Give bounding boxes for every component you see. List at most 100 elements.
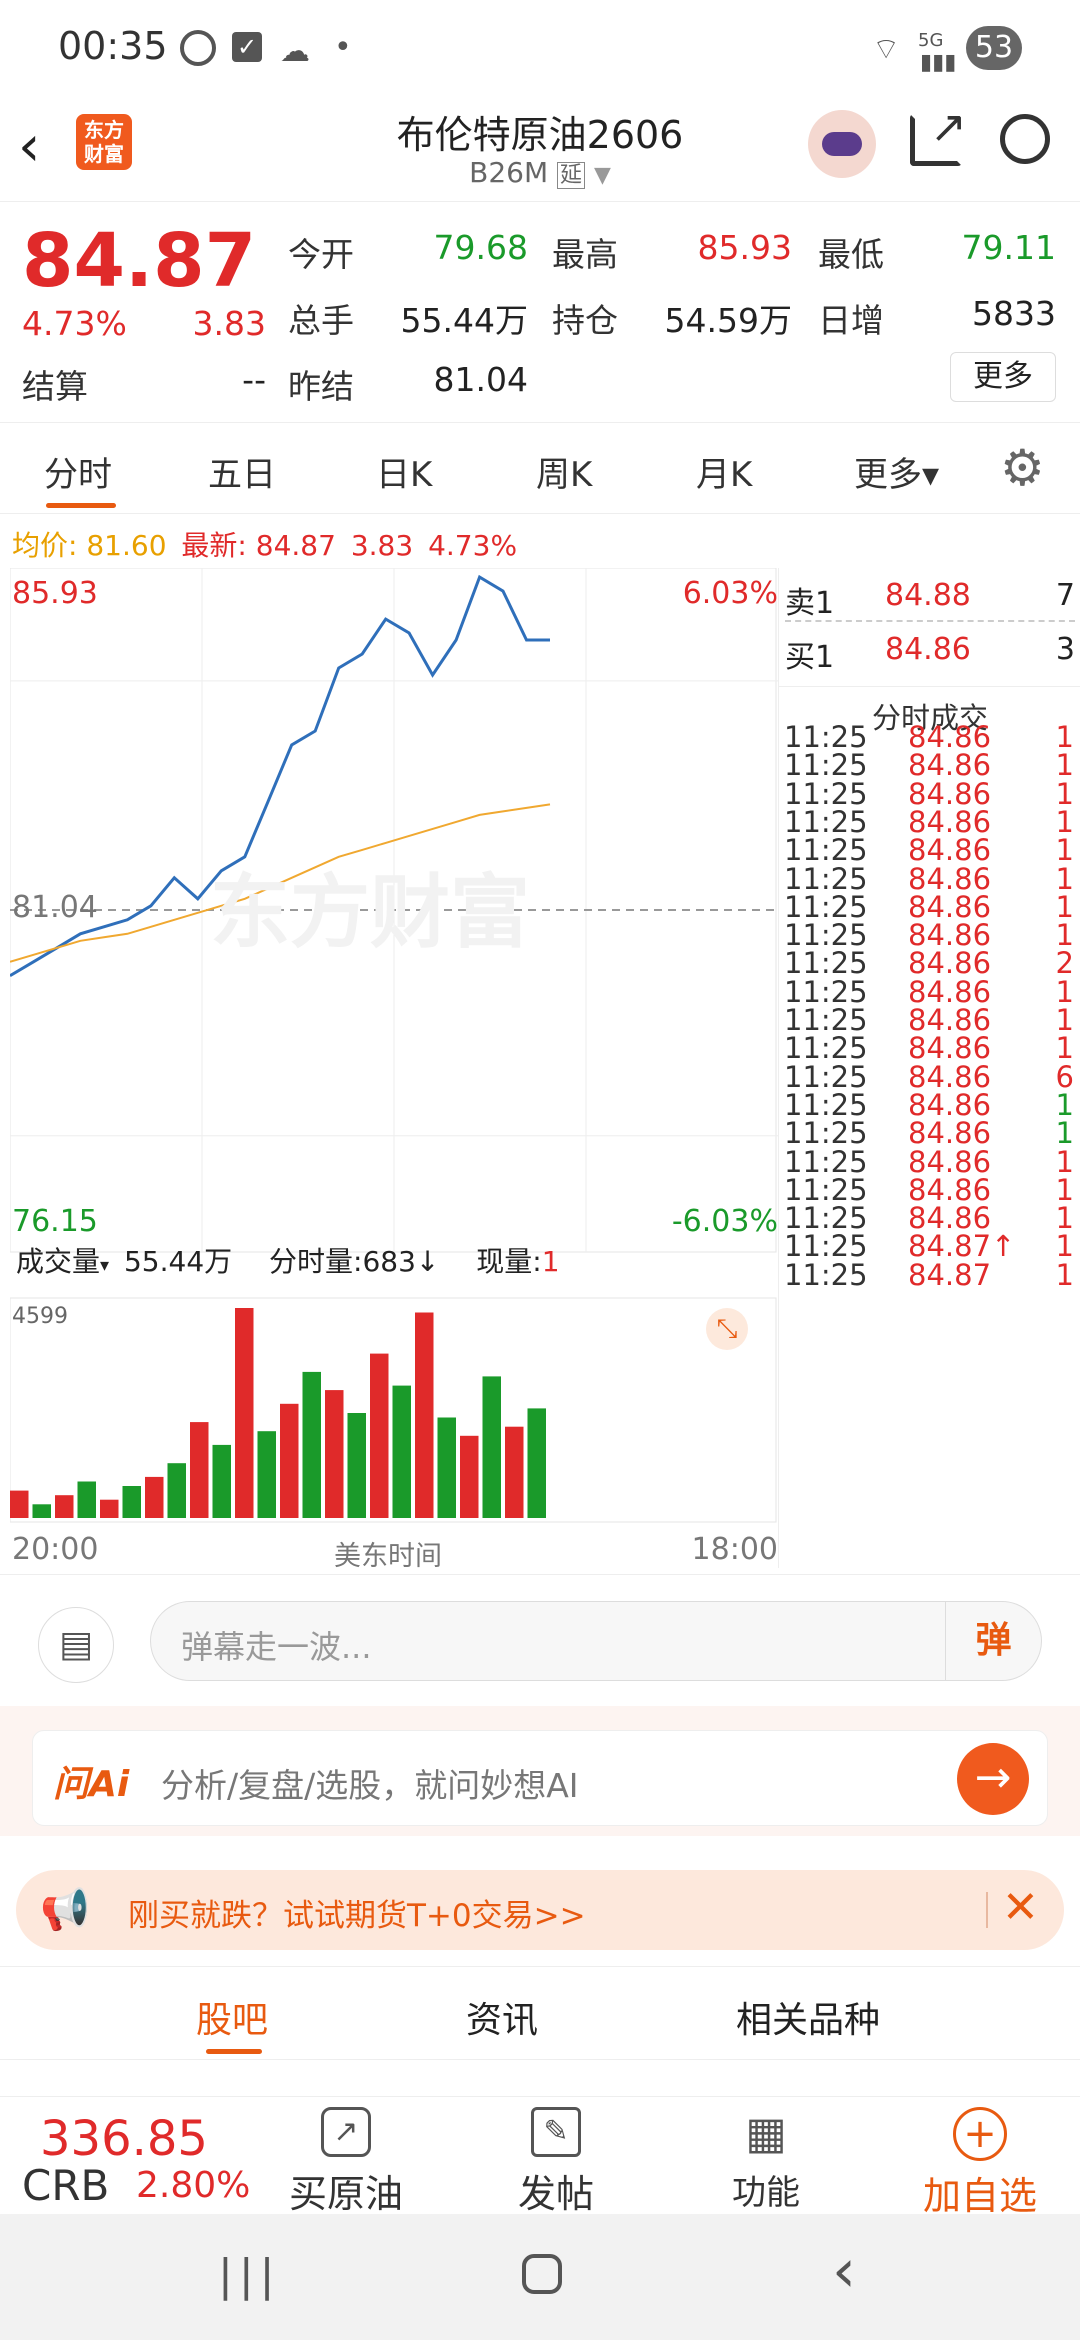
system-nav-bar: ||| ‹ (0, 2214, 1080, 2340)
tab-intraday[interactable]: 分时 (44, 447, 112, 496)
crb-index[interactable]: 336.85 CRB 2.80% (20, 2111, 251, 2210)
x-end-label: 18:00 (691, 1532, 778, 1567)
volume-bar (392, 1385, 411, 1518)
add-watchlist-label: 加自选 (922, 2174, 1037, 2218)
pct-max-label: 6.03% (682, 576, 778, 611)
crb-pct: 2.80% (136, 2165, 251, 2206)
forum-underline (206, 2049, 262, 2054)
trade-row: 11:25 84.86 1 (784, 777, 1080, 811)
nav-back-icon[interactable]: ‹ (832, 2236, 856, 2306)
trade-row: 11:25 84.86 1 (784, 1116, 1080, 1150)
low-label: 最低 (818, 235, 884, 274)
buy-oil-label: 买原油 (288, 2172, 403, 2216)
tab-related[interactable]: 相关品种 (736, 1991, 880, 2043)
chart-svg (10, 568, 778, 1523)
crb-value: 336.85 (40, 2111, 208, 2167)
y-mid-label: 81.04 (12, 890, 98, 925)
promo-text: 刚买就跌？试试期货T+0交易>> (128, 1898, 586, 1934)
recent-apps-icon[interactable]: ||| (218, 2250, 280, 2301)
avg-value: 81.60 (86, 529, 167, 562)
volume-label: 总手 (288, 301, 354, 340)
minute-volume-value: 683↓ (362, 1245, 440, 1278)
ai-search-bar[interactable]: 问Ai 分析/复盘/选股，就问妙想AI → (32, 1730, 1048, 1826)
arrow-right-icon[interactable]: → (957, 1743, 1029, 1815)
settle-value: -- (242, 360, 266, 399)
close-icon[interactable]: ✕ (1002, 1882, 1039, 1933)
current-volume-label: 现量: (476, 1245, 542, 1278)
tab-five-day[interactable]: 五日 (208, 447, 276, 496)
sell-price: 84.88 (885, 578, 971, 613)
trade-row: 11:25 84.86 1 (784, 1173, 1080, 1207)
tab-daily-k[interactable]: 日K (376, 447, 432, 496)
grid-icon: ▦ (745, 2108, 787, 2159)
add-watchlist-button[interactable]: + 加自选 (900, 2107, 1060, 2220)
promo-divider (986, 1892, 988, 1928)
volume-label: 成交量 (16, 1245, 101, 1278)
chart-icon: ↗ (321, 2107, 371, 2157)
volume-bar (415, 1312, 434, 1518)
volume-selector[interactable]: 成交量▾ (10, 1243, 115, 1280)
share-arrow-icon: ↗ (930, 102, 967, 153)
tab-more[interactable]: 更多▾ (854, 447, 939, 496)
wifi-icon: ⌔ (872, 32, 901, 67)
tab-news[interactable]: 资讯 (466, 1991, 538, 2043)
volume-bar (212, 1444, 231, 1518)
buy-row: 买1 84.86 3 (785, 632, 1075, 676)
volume-value: 55.44万 (400, 301, 528, 340)
tab-monthly-k[interactable]: 月K (696, 447, 752, 496)
intraday-chart[interactable]: 东方财富 85.93 6.03% 81.04 76.15 -6.03% 成交量▾… (10, 568, 778, 1572)
edit-icon: ✎ (531, 2107, 581, 2157)
function-button[interactable]: ▦ 功能 (696, 2107, 836, 2214)
status-time: 00:35 (58, 24, 168, 68)
danmu-send-button[interactable]: 弹 (945, 1602, 1041, 1680)
megaphone-icon: 📢 (40, 1887, 90, 1933)
promo-banner[interactable]: 📢 刚买就跌？试试期货T+0交易>> ✕ (16, 1870, 1064, 1950)
prev-settle-value: 81.04 (433, 360, 528, 399)
volume-bar (460, 1435, 479, 1518)
trade-row: 11:25 84.86 1 (784, 1201, 1080, 1235)
quote-panel: 84.87 4.73% 3.83 结算 -- 今开 79.68 最高 85.93… (0, 202, 1080, 422)
post-button[interactable]: ✎ 发帖 (486, 2107, 626, 2218)
high-value: 85.93 (697, 228, 792, 267)
checkbox-icon: ✓ (232, 32, 262, 62)
home-icon[interactable] (522, 2254, 562, 2294)
settle-label: 结算 (22, 367, 88, 406)
settings-icon[interactable]: ⚙ (1000, 439, 1045, 497)
last-price: 84.87 (22, 218, 257, 304)
network-label: 5G (918, 30, 944, 51)
x-mid-label: 美东时间 (334, 1541, 442, 1572)
more-button[interactable]: 更多 (950, 352, 1056, 402)
trade-row: 11:25 84.86 1 (784, 890, 1080, 924)
volume-bar (280, 1403, 299, 1518)
sync-icon (180, 30, 216, 66)
volume-bar (10, 1490, 29, 1518)
robot-avatar-icon[interactable] (808, 110, 876, 178)
danmu-list-icon[interactable]: ▤ (38, 1607, 114, 1683)
volume-bar (505, 1426, 524, 1518)
volume-bar (370, 1353, 389, 1518)
ai-logo: 问Ai (53, 1764, 130, 1805)
trade-row: 11:25 84.86 1 (784, 1145, 1080, 1179)
daily-value: 5833 (972, 294, 1056, 333)
price-info-line: 均价: 81.60 最新: 84.87 3.83 4.73% (12, 524, 517, 564)
daily-label: 日增 (818, 301, 884, 340)
post-label: 发帖 (517, 2172, 594, 2216)
buy-oil-button[interactable]: ↗ 买原油 (276, 2107, 416, 2218)
tab-underline (46, 503, 116, 508)
search-icon[interactable] (1000, 114, 1050, 164)
tab-forum[interactable]: 股吧 (196, 1991, 268, 2043)
danmu-input[interactable]: 弹幕走一波... 弹 (150, 1601, 1042, 1681)
trade-row: 11:25 84.86 1 (784, 1088, 1080, 1122)
info-pct: 4.73% (428, 529, 518, 562)
volume-bar (302, 1371, 321, 1518)
expand-icon[interactable]: ⤡ (706, 1308, 748, 1350)
tab-weekly-k[interactable]: 周K (536, 447, 592, 496)
plus-circle-icon: + (953, 2107, 1007, 2161)
minute-volume-label: 分时量: (269, 1245, 363, 1278)
danmu-bar: ▤ 弹幕走一波... 弹 (0, 1574, 1080, 1706)
trade-row: 11:25 84.86 1 (784, 975, 1080, 1009)
trade-price: 84.87 (908, 1257, 992, 1292)
volume-bar (77, 1481, 96, 1518)
trade-qty: 1 (1055, 1257, 1074, 1292)
volume-bar (437, 1417, 456, 1518)
